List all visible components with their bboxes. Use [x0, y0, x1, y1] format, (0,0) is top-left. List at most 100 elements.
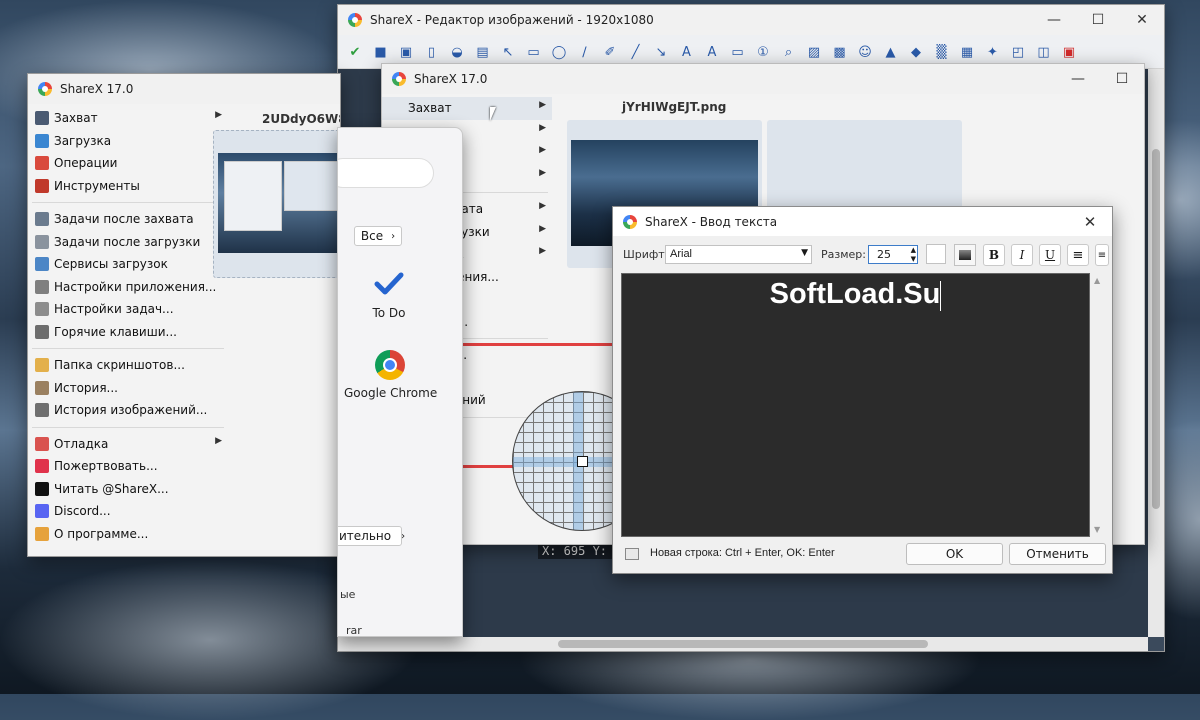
menu-item[interactable]: Сервисы загрузок▶	[28, 253, 228, 276]
dialog-title: ShareX - Ввод текста	[645, 214, 778, 229]
menu-item[interactable]: Задачи после загрузки▶	[28, 231, 228, 254]
screenshot-icon[interactable]: ▩	[832, 44, 848, 60]
recent-item-fragment: ые	[340, 588, 356, 601]
submenu-arrow-icon: ▶	[215, 110, 222, 120]
dialog-close-button[interactable]: ✕	[1068, 207, 1112, 236]
horizontal-scrollbar[interactable]	[338, 637, 1148, 651]
save-icon[interactable]: ■	[373, 44, 389, 60]
align-more-button[interactable]: ≡	[1095, 244, 1109, 266]
smart-eraser-icon[interactable]: ✦	[985, 44, 1001, 60]
all-apps-label: Все	[360, 229, 384, 243]
menu-item[interactable]: Загрузка▶	[28, 130, 228, 153]
text-area[interactable]: SoftLoad.Su	[621, 273, 1090, 537]
scroll-up-icon[interactable]: ▲	[1094, 276, 1100, 285]
vertical-scrollbar[interactable]	[1148, 69, 1164, 637]
sharex-title-bar: ShareX 17.0	[28, 74, 340, 104]
search-box[interactable]	[338, 158, 434, 188]
italic-button[interactable]: I	[1011, 244, 1033, 266]
border-icon[interactable]: ▣	[1061, 44, 1077, 60]
hint-text: Новая строка: Ctrl + Enter, OK: Enter	[650, 547, 835, 559]
app-tile-chrome[interactable]: Google Chrome	[344, 350, 437, 402]
save-as-icon[interactable]: ▣	[398, 44, 414, 60]
menu-item-label: Настройки приложения...	[54, 279, 217, 294]
menu-item[interactable]: Папка скриншотов...	[28, 354, 228, 377]
step-icon[interactable]: ①	[755, 44, 771, 60]
menu-item-label: История изображений...	[54, 403, 208, 418]
menu-item-label: Читать @ShareX...	[54, 481, 169, 496]
upload-icon[interactable]: ◒	[449, 44, 465, 60]
done-icon[interactable]: ✔	[347, 44, 363, 60]
menu-item[interactable]: Отладка ▶	[28, 433, 228, 456]
cancel-button[interactable]: Отменить	[1009, 543, 1106, 565]
blur-icon[interactable]: ▒	[934, 44, 950, 60]
app-tile-todo[interactable]: To Do	[346, 272, 432, 322]
fill-icon	[959, 250, 971, 260]
minimize-button[interactable]: —	[1032, 5, 1076, 35]
pixelate-icon[interactable]: ▦	[959, 44, 975, 60]
print-icon[interactable]: ▤	[475, 44, 491, 60]
cut-icon[interactable]: ◫	[1036, 44, 1052, 60]
speech-balloon-icon[interactable]: ▭	[730, 44, 746, 60]
menu-item-label: Сервисы загрузок	[54, 257, 168, 272]
stepper-down-icon[interactable]: ▼	[911, 255, 916, 263]
more-button[interactable]: ительно ›	[338, 526, 405, 546]
minimize-button[interactable]: —	[1056, 64, 1100, 94]
ellipse-icon[interactable]: ◯	[551, 44, 567, 60]
size-stepper[interactable]: 25 ▲ ▼	[868, 245, 918, 264]
align-center-button[interactable]: ≡	[1067, 244, 1089, 266]
menu-item[interactable]: История...	[28, 377, 228, 400]
eraser-icon[interactable]: ◆	[908, 44, 924, 60]
select-icon[interactable]: ↖	[500, 44, 516, 60]
menu-item[interactable]: О программе...	[28, 523, 228, 546]
copy-icon[interactable]: ▯	[424, 44, 440, 60]
crop-icon[interactable]: ◰	[1010, 44, 1026, 60]
menu-item[interactable]: Операции▶	[28, 152, 228, 175]
close-button[interactable]: ✕	[1120, 5, 1164, 35]
all-apps-button[interactable]: Все ›	[354, 226, 402, 246]
bold-button[interactable]: B	[983, 244, 1005, 266]
maximize-button[interactable]: ☐	[1100, 64, 1144, 94]
text-icon[interactable]: A	[679, 44, 695, 60]
emoji-icon[interactable]: ☺	[857, 44, 873, 60]
font-select-value: Arial	[670, 248, 693, 260]
maximize-button[interactable]: ☐	[1076, 5, 1120, 35]
menu-item[interactable]: Инструменты▶	[28, 175, 228, 198]
menu-item[interactable]: Настройки приложения...	[28, 276, 228, 299]
menu-item[interactable]: Читать @ShareX...	[28, 478, 228, 501]
menu-item[interactable]: Захват ▶	[382, 97, 552, 120]
menu-item[interactable]: Горячие клавиши...	[28, 321, 228, 344]
font-select[interactable]: Arial ▼	[665, 245, 812, 264]
vertical-scrollbar-thumb[interactable]	[1152, 149, 1160, 509]
debug-icon	[35, 436, 49, 451]
size-value: 25	[877, 248, 891, 261]
image-icon[interactable]: ▨	[806, 44, 822, 60]
thumbnail-card[interactable]	[213, 130, 340, 278]
underline-button[interactable]: U	[1039, 244, 1061, 266]
magnify-icon[interactable]: ⌕	[781, 44, 797, 60]
menu-separator	[32, 426, 224, 428]
chrome-icon	[375, 350, 405, 380]
menu-item[interactable]: Discord...	[28, 500, 228, 523]
text-outline-icon[interactable]: A	[704, 44, 720, 60]
menu-item[interactable]: Захват ▶	[28, 107, 228, 130]
menu-item[interactable]: История изображений...	[28, 399, 228, 422]
text-color-button[interactable]	[926, 244, 946, 264]
line-icon[interactable]: ╱	[628, 44, 644, 60]
background-color-button[interactable]	[954, 244, 976, 266]
text-area-scrollbar[interactable]: ▲ ▼	[1091, 273, 1105, 537]
sticker-icon[interactable]: ▲	[883, 44, 899, 60]
freehand-icon[interactable]: ∕	[577, 44, 593, 60]
rectangle-icon[interactable]: ▭	[526, 44, 542, 60]
arrow-icon[interactable]: ↘	[653, 44, 669, 60]
menu-item-label: Пожертвовать...	[54, 459, 158, 474]
menu-item[interactable]: Пожертвовать...	[28, 455, 228, 478]
scroll-down-icon[interactable]: ▼	[1094, 525, 1100, 534]
ok-button[interactable]: OK	[906, 543, 1003, 565]
horizontal-scrollbar-thumb[interactable]	[558, 640, 928, 648]
sharex-main-window: ShareX 17.0 Захват▶Загрузка▶Операции▶Инс…	[27, 73, 341, 557]
app-name-todo: To Do	[372, 306, 406, 320]
stepper-up-icon[interactable]: ▲	[911, 246, 916, 254]
menu-item[interactable]: Задачи после захвата▶	[28, 208, 228, 231]
highlighter-icon[interactable]: ✐	[602, 44, 618, 60]
menu-item[interactable]: Настройки задач...	[28, 298, 228, 321]
